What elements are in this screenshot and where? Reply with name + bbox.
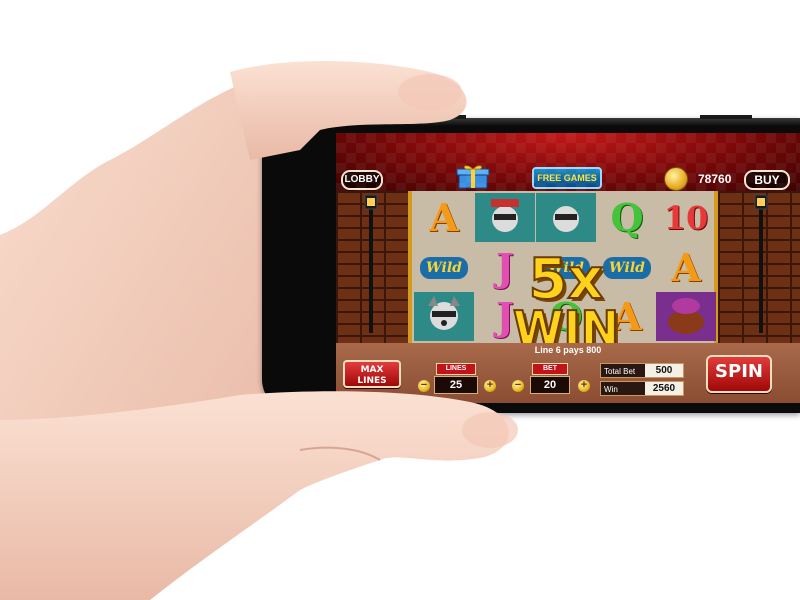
free-games-button[interactable]: FREE GAMES — [532, 167, 602, 189]
total-bet-value: 500 — [645, 364, 683, 377]
reel-symbol: A — [671, 245, 701, 290]
win-label: Win — [604, 385, 618, 394]
coin-balance: 78760 — [698, 172, 732, 186]
raccoon-character-icon — [475, 193, 535, 242]
raccoon-character-icon — [536, 193, 596, 242]
win-value: 2560 — [645, 382, 683, 395]
brick-wall-right — [718, 191, 800, 343]
plus-icon[interactable]: + — [484, 380, 496, 392]
line-pays-text: Line 6 pays 800 — [534, 345, 602, 355]
lobby-button[interactable]: LOBBY — [341, 170, 383, 190]
bet-label: BET — [532, 363, 568, 375]
gift-box-icon[interactable] — [456, 163, 490, 189]
raccoon-character-icon — [414, 292, 474, 341]
bet-value: 20 — [530, 376, 570, 394]
spin-button[interactable]: SPIN — [706, 355, 772, 393]
bottom-bar: Line 6 pays 800 MAX LINES − LINES 25 + −… — [336, 343, 800, 403]
street-lamp-icon — [364, 194, 378, 333]
phone-volume-button — [420, 115, 466, 119]
max-lines-label-top: MAX — [360, 365, 384, 375]
minus-icon[interactable]: − — [512, 380, 524, 392]
reel-symbol: Q — [610, 195, 644, 240]
win-row: Win 2560 — [600, 381, 684, 396]
total-bet-row: Total Bet 500 — [600, 363, 684, 378]
lines-label: LINES — [436, 363, 476, 375]
buy-button[interactable]: BUY — [744, 170, 790, 190]
max-lines-button[interactable]: MAX LINES — [343, 360, 401, 388]
reel-symbol: A — [429, 195, 459, 240]
reel-symbol-wild: Wild — [414, 243, 474, 292]
mole-character-icon — [656, 292, 716, 341]
minus-icon[interactable]: − — [418, 380, 430, 392]
plus-icon[interactable]: + — [578, 380, 590, 392]
lines-value: 25 — [434, 376, 478, 394]
top-bar: LOBBY FREE GAMES 78760 BUY — [336, 133, 800, 191]
gold-coin-icon — [664, 167, 688, 191]
brick-wall-left — [336, 191, 408, 343]
reel-symbol: 10 — [663, 198, 709, 237]
street-lamp-icon — [754, 194, 768, 333]
phone-power-button — [700, 115, 752, 119]
game-screen: LOBBY FREE GAMES 78760 BUY A Wild J J Wi… — [336, 133, 800, 403]
total-bet-label: Total Bet — [604, 367, 636, 376]
max-lines-label-bottom: LINES — [357, 376, 387, 386]
win-banner: 5x WIN — [486, 250, 646, 356]
phone-bezel-highlight — [262, 118, 800, 126]
wild-symbol-icon: Wild — [420, 256, 468, 279]
reel-area: A Wild J J Wild Q Q Wild A 10 A 5x WIN — [336, 191, 800, 352]
